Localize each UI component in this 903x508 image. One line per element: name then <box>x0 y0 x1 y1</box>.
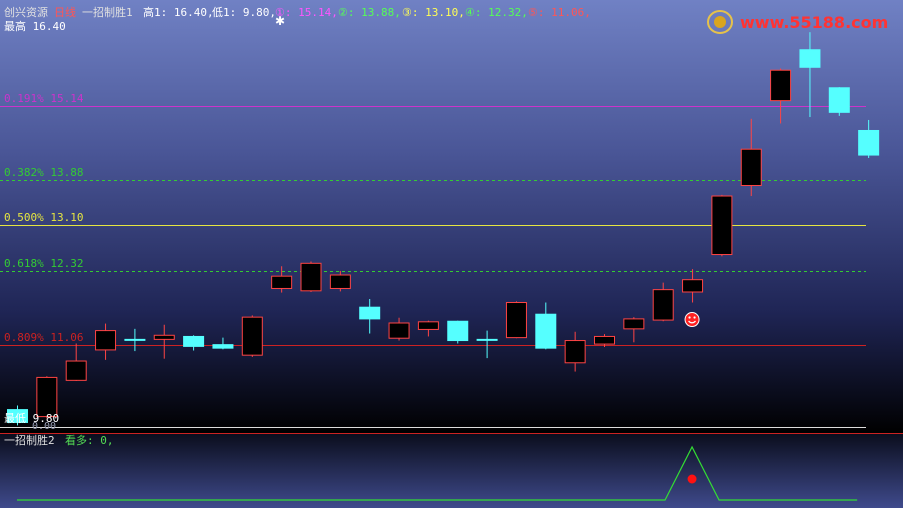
level-label-0809: 0.809% 11.06 <box>4 331 84 344</box>
candle-body <box>535 313 557 349</box>
candle-body <box>95 330 117 351</box>
high-label: 高1: 16.40, <box>143 6 214 19</box>
level-label-0500: 0.500% 13.10 <box>4 211 84 224</box>
candle-body <box>858 129 880 156</box>
candle-body <box>505 302 527 339</box>
chart-window: { "header": { "stock_name": "创兴资源", "per… <box>0 0 903 508</box>
candle-body <box>828 87 850 113</box>
stock-name: 创兴资源 <box>4 6 48 19</box>
candle-body <box>300 262 322 292</box>
candle-body <box>36 376 58 418</box>
smiley-eye-icon <box>693 316 696 319</box>
candle-body <box>388 322 410 339</box>
candle-body <box>447 320 469 342</box>
candle-body <box>65 360 87 381</box>
indicator-name: 一招制胜1 <box>82 6 133 19</box>
candle-body <box>124 338 146 341</box>
logo-emblem-icon: www.55188.com <box>707 10 888 34</box>
candle-body <box>476 338 498 341</box>
highest-label: 最高 16.40 <box>4 20 66 33</box>
candle-body <box>711 195 733 256</box>
low-label: 低1: 9.80, <box>212 6 276 19</box>
candle-body <box>153 334 175 340</box>
level-5-label: ⑤: 11.06, <box>528 6 591 19</box>
candle-body <box>623 318 645 330</box>
candlestick-chart: ✱ <box>0 14 903 501</box>
signal-dot <box>687 474 697 484</box>
smiley-eye-icon <box>688 316 691 319</box>
candle-body <box>359 306 381 320</box>
candle-body <box>183 335 205 347</box>
candle-body <box>564 340 586 364</box>
period-label: 日线 <box>54 6 76 19</box>
sub-indicator-title: 一招制胜2 <box>4 434 55 447</box>
signal-series-line <box>17 445 858 501</box>
site-logo: www.55188.com <box>706 7 896 37</box>
lowest-overlap-label: 0.00 <box>32 421 57 432</box>
level-label-0191: 0.191% 15.14 <box>4 92 84 105</box>
level-label-0382: 0.382% 13.88 <box>4 166 84 179</box>
candle-body <box>652 289 674 321</box>
candle-body <box>594 335 615 345</box>
candle-body <box>682 279 704 293</box>
candle-body <box>740 148 762 186</box>
candle-body <box>271 275 293 289</box>
candle-body <box>329 274 351 289</box>
candle-body <box>212 344 234 349</box>
candle-body <box>417 321 439 330</box>
candle-body <box>770 69 792 102</box>
level-1-label: ①: 15.14, <box>275 6 338 19</box>
candle-body <box>241 316 263 356</box>
candle-body <box>799 49 821 68</box>
sub-series-label: 看多: 0, <box>65 434 114 447</box>
level-4-label: ④: 12.32, <box>465 6 528 19</box>
smiley-signal-icon <box>684 312 700 328</box>
level-label-0618: 0.618% 12.32 <box>4 257 84 270</box>
level-3-label: ③: 13.10, <box>402 6 465 19</box>
logo-text: www.55188.com <box>740 13 888 32</box>
level-2-label: ②: 13.88, <box>338 6 401 19</box>
